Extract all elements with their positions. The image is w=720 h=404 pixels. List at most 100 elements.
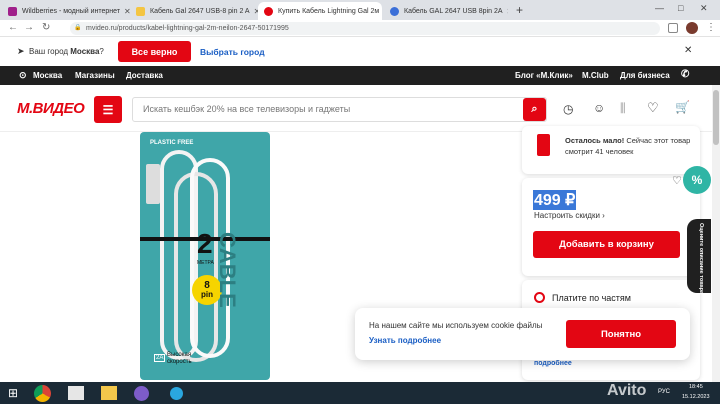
choose-city-link[interactable]: Выбрать город: [200, 47, 265, 57]
favorite-heart-icon[interactable]: ♡: [672, 174, 682, 187]
discount-label: Настроить скидки: [534, 211, 600, 220]
minimize-icon[interactable]: —: [655, 3, 664, 13]
forward-arrow-icon[interactable]: →: [24, 22, 34, 33]
page-favicon-icon: [136, 6, 145, 16]
add-to-cart-button[interactable]: Добавить в корзину: [533, 231, 680, 258]
more-details-link[interactable]: подробнее: [534, 360, 572, 367]
close-window-icon[interactable]: ✕: [700, 3, 708, 14]
nav-blog[interactable]: Блог «М.Клик»: [515, 71, 573, 80]
stock-card: Осталось мало! Сейчас этот товар смотрит…: [522, 126, 700, 174]
catalog-menu-icon: ☰: [102, 102, 114, 117]
box-length-value: 2: [197, 228, 213, 259]
city-confirm-bar: ➤ Ваш город Москва? Все верно Выбрать го…: [0, 37, 720, 66]
connector-label: pin: [201, 290, 213, 299]
url-field[interactable]: 🔒 mvideo.ru/products/kabel-lightning-gal…: [70, 22, 660, 35]
extensions-icon[interactable]: [668, 23, 678, 33]
nav-business[interactable]: Для бизнеса: [620, 71, 670, 80]
nav-club[interactable]: M.Club: [582, 71, 609, 80]
new-tab-button[interactable]: +: [516, 3, 523, 17]
site-header: М.ВИДЕО ☰ Искать кешбэк 20% на все телев…: [0, 85, 720, 132]
search-input[interactable]: Искать кешбэк 20% на все телевизоры и га…: [132, 97, 547, 122]
tab-label: Кабель GAL 2647 USB 8pin 2A: [404, 7, 503, 15]
catalog-menu-button[interactable]: ☰: [94, 96, 122, 123]
address-bar-row: ← → ↻ 🔒 mvideo.ru/products/kabel-lightni…: [0, 20, 720, 37]
cart-icon[interactable]: 🛒: [675, 100, 690, 114]
lock-icon: 🔒: [74, 25, 82, 31]
price-card: 499 ₽ Настроить скидки › ♡ Добавить в ко…: [522, 175, 700, 276]
order-status-icon[interactable]: ◷: [563, 102, 573, 116]
tab-close-icon[interactable]: ✕: [120, 7, 130, 16]
box-length-unit: МЕТРА: [197, 260, 214, 266]
city-question-mark: ?: [99, 47, 104, 56]
cookie-text: На нашем сайте мы используем cookie файл…: [369, 321, 543, 330]
city-name: Москва: [70, 47, 100, 56]
cookie-banner: На нашем сайте мы используем cookie файл…: [355, 308, 690, 360]
reload-icon[interactable]: ↻: [42, 22, 50, 33]
tab-close-icon[interactable]: ✕: [503, 7, 508, 16]
rate-description-tab[interactable]: Оцените описание товара: [687, 219, 711, 295]
tab-label: Купить Кабель Lightning Gal 2м: [278, 7, 380, 15]
rate-description-label: Оцените описание товара: [698, 223, 704, 295]
box-side-text: CABLE: [215, 232, 240, 308]
usb-connector: [146, 164, 160, 204]
app-taskbar-icon[interactable]: [68, 386, 84, 400]
location-arrow-icon: ➤: [17, 46, 25, 56]
discount-link[interactable]: Настроить скидки ›: [534, 211, 605, 220]
price-value: 499 ₽: [533, 190, 577, 210]
cookie-more-link[interactable]: Узнать подробнее: [369, 336, 441, 345]
search-button[interactable]: ⌕: [523, 98, 546, 121]
phone-icon[interactable]: ✆: [681, 69, 689, 80]
browser-tab[interactable]: Wildberries - модный интернет ✕: [2, 2, 130, 20]
language-indicator[interactable]: РУС: [658, 389, 670, 395]
box-speed: Высокая скорость: [167, 352, 192, 365]
chrome-taskbar-icon[interactable]: [34, 385, 51, 402]
menu-dots-icon[interactable]: ⋮: [706, 22, 716, 33]
box-brand-text: PLASTIC FREE: [150, 140, 194, 146]
discount-badge[interactable]: %: [683, 166, 711, 194]
stock-bold: Осталось мало!: [565, 136, 625, 145]
back-arrow-icon[interactable]: ←: [8, 22, 18, 33]
city-question: Ваш город Москва?: [29, 47, 104, 56]
close-citybar-icon[interactable]: ✕: [684, 45, 692, 56]
location-pin-icon: ⊙: [19, 70, 27, 80]
url-text: mvideo.ru/products/kabel-lightning-gal-2…: [86, 25, 289, 32]
browser-tab[interactable]: Кабель GAL 2647 USB 8pin 2A ✕: [384, 2, 508, 20]
city-confirm-button[interactable]: Все верно: [118, 41, 191, 62]
low-stock-icon: [537, 134, 550, 156]
installments-radio-icon[interactable]: [534, 292, 545, 303]
tab-close-icon[interactable]: ✕: [250, 7, 258, 16]
mvideo-favicon-icon: [264, 6, 273, 16]
profile-icon[interactable]: ☺: [593, 101, 605, 115]
tab-label: Wildberries - модный интернет: [22, 7, 121, 15]
browser-tab-active[interactable]: Купить Кабель Lightning Gal 2м ✕: [258, 2, 382, 20]
nav-city[interactable]: Москва: [33, 71, 62, 80]
browser-tab[interactable]: Кабель Gal 2647 USB-8 pin 2 A ✕: [130, 2, 258, 20]
scrollbar-thumb[interactable]: [713, 90, 719, 145]
page-favicon-icon: [390, 6, 399, 16]
windows-start-icon[interactable]: ⊞: [8, 386, 18, 400]
taskbar-time: 18:45: [689, 384, 703, 390]
maximize-icon[interactable]: □: [678, 3, 683, 13]
telegram-taskbar-icon[interactable]: [170, 387, 183, 400]
product-image[interactable]: PLASTIC FREE 2 МЕТРА 8 pin CABLE 2A Высо…: [140, 132, 270, 380]
tab-close-icon[interactable]: ✕: [379, 7, 382, 16]
compare-icon[interactable]: ⫼: [620, 101, 626, 116]
folder-taskbar-icon[interactable]: [101, 386, 117, 400]
installments-label[interactable]: Платите по частям: [552, 293, 631, 303]
page-scrollbar[interactable]: [712, 85, 720, 382]
profile-avatar[interactable]: [686, 22, 698, 34]
cookie-accept-button[interactable]: Понятно: [566, 320, 676, 348]
nav-stores[interactable]: Магазины: [75, 71, 115, 80]
stock-message: Осталось мало! Сейчас этот товар смотрит…: [565, 135, 695, 157]
avito-watermark: Avito: [607, 382, 647, 399]
tab-label: Кабель Gal 2647 USB-8 pin 2 A: [150, 7, 250, 15]
taskbar-date: 15.12.2023: [682, 394, 710, 400]
city-question-prefix: Ваш город: [29, 47, 69, 56]
browser-tab-bar: Wildberries - модный интернет ✕ Кабель G…: [0, 0, 720, 20]
nav-delivery[interactable]: Доставка: [126, 71, 163, 80]
search-icon: ⌕: [531, 103, 538, 115]
box-current: 2A: [154, 354, 166, 362]
mvideo-logo[interactable]: М.ВИДЕО: [17, 100, 85, 117]
favorites-icon[interactable]: ♡: [647, 100, 659, 116]
viber-taskbar-icon[interactable]: [134, 386, 149, 401]
